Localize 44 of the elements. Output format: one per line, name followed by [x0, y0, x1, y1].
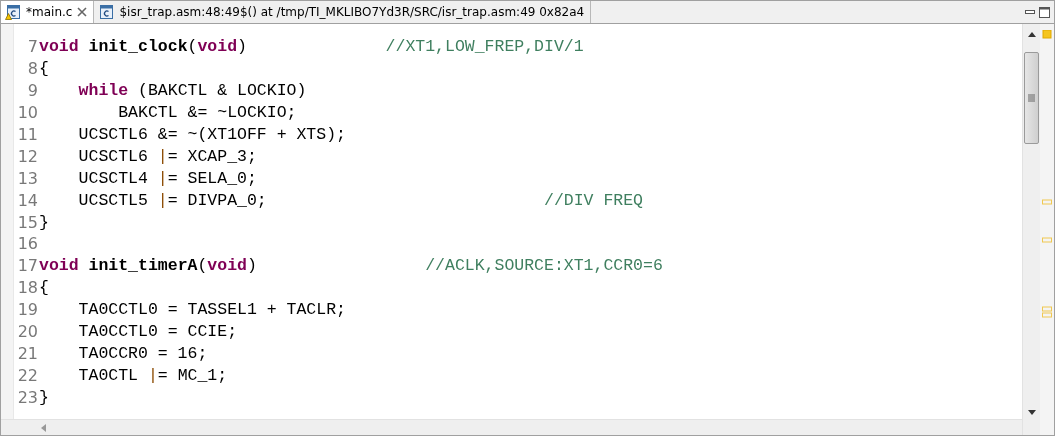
code-line: while (BAKCTL & LOCKIO)	[77, 81, 307, 101]
line-number: 13	[16, 168, 38, 188]
line-number: 22	[16, 365, 38, 385]
minimize-icon[interactable]	[1025, 9, 1035, 15]
line-number: 18	[16, 278, 38, 298]
code-line: TA0CCTL0 = CCIE;	[77, 322, 238, 341]
tab-label: $isr_trap.asm:48:49$() at /tmp/TI_MKLIBO7Yd3R/SRC/isr_trap.asm:49 0x82a4	[119, 5, 585, 19]
line-number: 12	[16, 146, 38, 166]
scrollbar-thumb[interactable]	[1024, 52, 1039, 144]
code-line: }	[38, 387, 49, 407]
code-line: void init_clock(void) //XT1,LOW_FREP,DIV/1	[38, 37, 584, 57]
code-line: {	[38, 278, 49, 298]
maximize-icon[interactable]	[1039, 6, 1050, 18]
code-line: UCSCTL5 |= DIVPA_0; //DIV FREQ	[77, 190, 644, 210]
c-file-icon	[98, 4, 115, 20]
line-number: 7	[26, 37, 38, 57]
code-line: UCSCTL6 &= ~(XT1OFF + XTS);	[77, 125, 346, 144]
code-line: {	[38, 59, 49, 79]
line-number: 15	[16, 212, 38, 232]
line-number: 11	[16, 125, 38, 144]
grip-icon	[1028, 94, 1035, 102]
close-icon[interactable]	[77, 7, 88, 17]
scroll-up-icon[interactable]	[1027, 32, 1036, 37]
code-line: TA0CTL |= MC_1;	[77, 365, 228, 385]
code-line: BAKCTL &= ~LOCKIO;	[117, 103, 297, 123]
code-line: TA0CCR0 = 16;	[77, 343, 208, 363]
line-number: 10	[16, 103, 38, 123]
code-line: TA0CCTL0 = TASSEL1 + TACLR;	[77, 300, 346, 320]
line-number: 19	[16, 300, 38, 320]
line-number: 17	[16, 256, 38, 276]
line-number: 14	[16, 190, 38, 210]
code-line: void init_timerA(void) //ACLK,SOURCE:XT1,CCR0=6	[38, 256, 663, 276]
code-line: UCSCTL6 |= XCAP_3;	[77, 146, 257, 166]
line-number: 20	[16, 322, 38, 341]
editor-tab[interactable]: *main.c	[1, 1, 95, 23]
scroll-down-icon[interactable]	[1027, 410, 1036, 415]
line-number: 16	[16, 234, 38, 254]
tab-label: *main.c	[26, 5, 73, 19]
code-line: UCSCTL4 |= SELA_0;	[77, 168, 257, 188]
line-number: 9	[26, 81, 38, 101]
line-number: 8	[26, 59, 38, 79]
line-number: 23	[16, 387, 38, 407]
code-line: }	[38, 212, 49, 232]
line-number: 21	[16, 343, 38, 363]
